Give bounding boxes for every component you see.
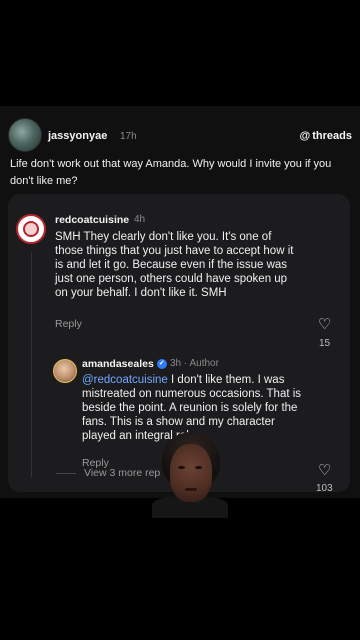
facecam-mouth: [185, 488, 197, 491]
threads-logo-icon: @: [299, 130, 311, 142]
post-text: Life don't work out that way Amanda. Why…: [10, 158, 332, 187]
threads-brand-text: threads: [312, 130, 352, 142]
post-header: jassyonyae 17h @ threads: [8, 114, 352, 152]
facecam-overlay: [152, 432, 228, 518]
avatar[interactable]: [8, 118, 42, 152]
post-username[interactable]: jassyonyae: [48, 130, 107, 142]
divider: [56, 473, 76, 474]
facecam-eye: [178, 466, 185, 469]
username-text: amandaseales: [82, 358, 154, 370]
threads-logo: @ threads: [300, 130, 352, 142]
facecam-face: [170, 444, 212, 502]
reply-time: 3h · Author: [170, 358, 219, 369]
post-time: 17h: [120, 131, 137, 142]
heart-icon[interactable]: ♡: [318, 317, 331, 332]
heart-icon[interactable]: ♡: [318, 463, 331, 478]
avatar[interactable]: [53, 359, 77, 383]
reply-time: 4h: [134, 214, 146, 225]
facecam-eye: [195, 466, 202, 469]
like-count: 15: [319, 338, 331, 349]
avatar[interactable]: [16, 214, 46, 244]
mention-link[interactable]: @redcoatcuisine: [82, 374, 168, 386]
reply-username[interactable]: amandaseales ✓: [82, 358, 167, 370]
reply-username[interactable]: redcoatcuisine: [55, 214, 129, 226]
like-count: 103: [316, 483, 333, 494]
reply-button[interactable]: Reply: [55, 318, 82, 330]
verified-badge-icon: ✓: [156, 359, 167, 370]
brand-logo-icon: [23, 221, 39, 237]
thread-connector-line: [31, 252, 32, 477]
reply-text: SMH They clearly don't like you. It's on…: [55, 231, 294, 299]
view-more-replies-link[interactable]: View 3 more rep: [84, 467, 160, 479]
